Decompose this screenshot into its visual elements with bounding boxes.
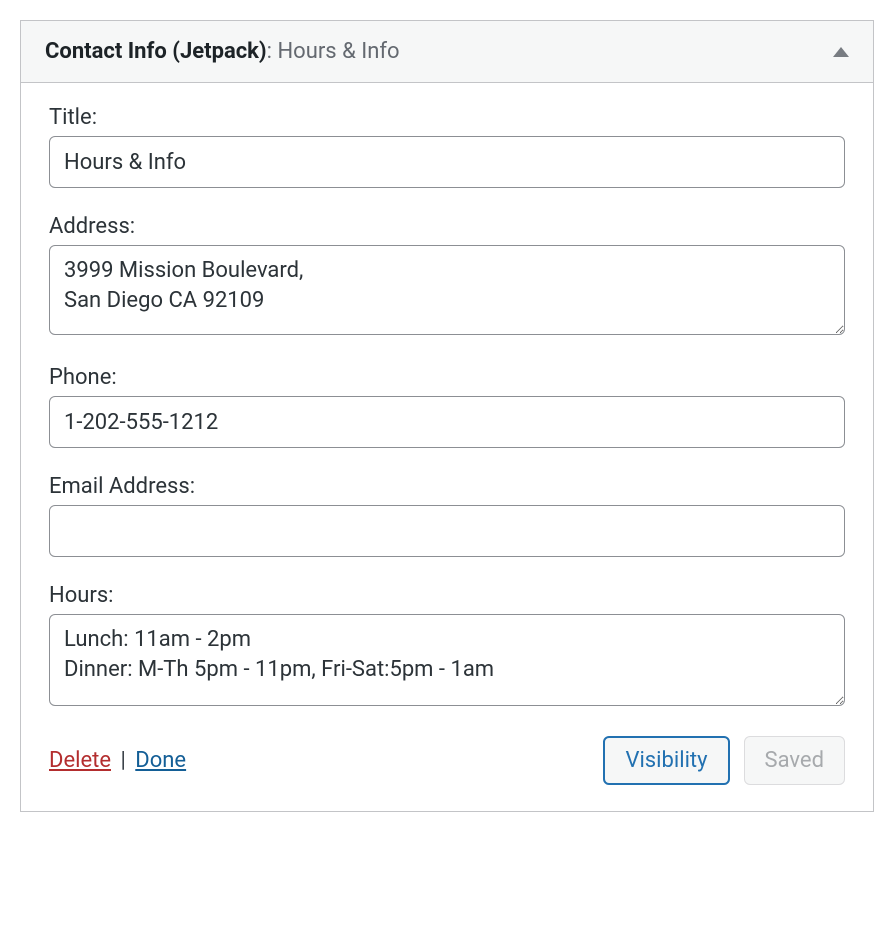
hours-label: Hours:	[49, 583, 845, 608]
field-group-address: Address:	[49, 214, 845, 339]
field-group-hours: Hours:	[49, 583, 845, 710]
email-input[interactable]	[49, 505, 845, 557]
phone-label: Phone:	[49, 365, 845, 390]
collapse-icon[interactable]	[833, 47, 849, 57]
widget-body: Title: Address: Phone: Email Address: Ho…	[21, 83, 873, 811]
address-label: Address:	[49, 214, 845, 239]
visibility-button[interactable]: Visibility	[603, 736, 729, 785]
phone-input[interactable]	[49, 396, 845, 448]
widget-title-main: Contact Info (Jetpack)	[45, 39, 267, 64]
widget-title-separator: :	[267, 39, 278, 64]
widget-title-sub: Hours & Info	[277, 39, 399, 64]
link-separator: |	[111, 748, 135, 773]
delete-link[interactable]: Delete	[49, 748, 111, 773]
email-label: Email Address:	[49, 474, 845, 499]
footer-left: Delete | Done	[49, 748, 186, 773]
widget-contact-info: Contact Info (Jetpack): Hours & Info Tit…	[20, 20, 874, 812]
hours-input[interactable]	[49, 614, 845, 706]
widget-title-container: Contact Info (Jetpack): Hours & Info	[45, 39, 400, 64]
saved-button: Saved	[744, 736, 845, 785]
field-group-email: Email Address:	[49, 474, 845, 557]
footer-right: Visibility Saved	[603, 736, 845, 785]
field-group-phone: Phone:	[49, 365, 845, 448]
title-input[interactable]	[49, 136, 845, 188]
done-link[interactable]: Done	[135, 748, 186, 773]
title-label: Title:	[49, 105, 845, 130]
field-group-title: Title:	[49, 105, 845, 188]
widget-footer: Delete | Done Visibility Saved	[49, 736, 845, 785]
address-input[interactable]	[49, 245, 845, 335]
widget-header[interactable]: Contact Info (Jetpack): Hours & Info	[21, 21, 873, 83]
